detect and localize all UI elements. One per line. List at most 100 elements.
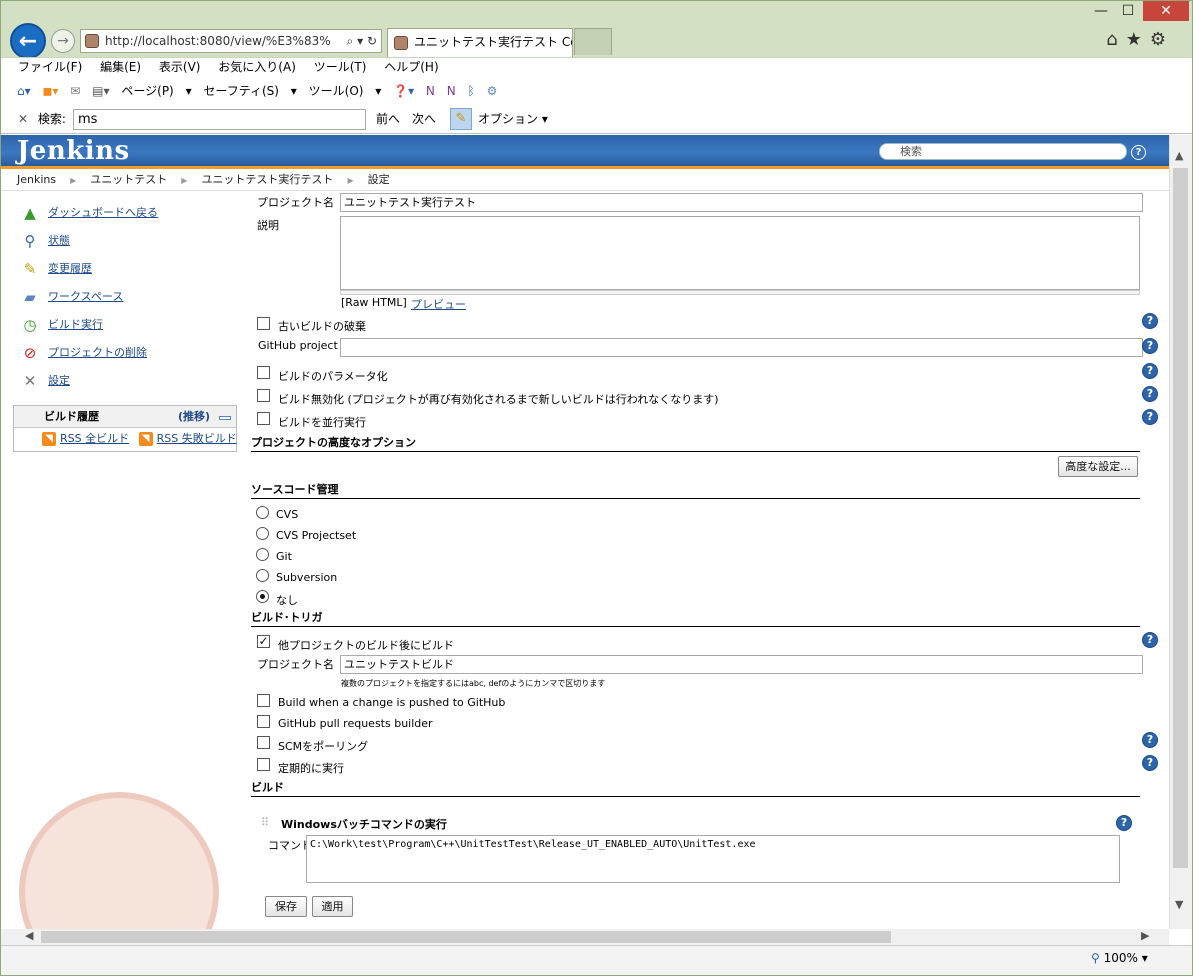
sidebar-item-workspace[interactable]: ▰ ワークスペース bbox=[20, 286, 123, 308]
address-bar[interactable]: http://localhost:8080/view/%E3%83% ⌕ ▾ ↻ bbox=[80, 29, 382, 53]
new-tab-button[interactable] bbox=[574, 28, 612, 55]
help-icon[interactable]: ? bbox=[1142, 313, 1158, 329]
trigger-project-input[interactable]: ユニットテストビルド bbox=[340, 655, 1143, 674]
build-history-trend-link[interactable]: (推移) bbox=[178, 406, 210, 427]
sidebar-item-configure[interactable]: ✕ 設定 bbox=[20, 370, 70, 392]
find-prev-button[interactable]: 前へ bbox=[376, 105, 400, 133]
menu-tools[interactable]: ツール(T) bbox=[314, 60, 367, 74]
trigger-github-push-checkbox[interactable] bbox=[257, 694, 270, 707]
minimize-button[interactable]: — bbox=[1088, 1, 1114, 21]
disable-build-checkbox[interactable] bbox=[257, 389, 270, 402]
help-icon[interactable]: ? bbox=[1142, 632, 1158, 648]
help-icon[interactable]: ? bbox=[1116, 815, 1132, 831]
save-button[interactable]: 保存 bbox=[265, 896, 307, 917]
browser-tab[interactable]: ユニットテスト実行テスト Confi... bbox=[387, 28, 573, 57]
address-tools[interactable]: ⌕ ▾ ↻ bbox=[347, 30, 377, 52]
scroll-down-icon[interactable]: ▼ bbox=[1175, 898, 1183, 911]
textarea-resize-handle[interactable] bbox=[340, 290, 1140, 295]
find-input[interactable]: ms bbox=[73, 109, 366, 130]
send-to-onenote-icon[interactable]: N bbox=[426, 84, 435, 98]
menu-favorites[interactable]: お気に入り(A) bbox=[218, 60, 296, 74]
help-icon[interactable]: ? bbox=[1142, 409, 1158, 425]
sidebar-item-status[interactable]: ⚲ 状態 bbox=[20, 230, 71, 252]
parameterized-checkbox[interactable] bbox=[257, 366, 270, 379]
scm-radio-none[interactable] bbox=[256, 590, 269, 603]
help-icon[interactable]: ? bbox=[1142, 363, 1158, 379]
help-icon[interactable]: ? bbox=[1142, 338, 1158, 354]
search-icon[interactable]: ⌕ bbox=[347, 34, 354, 48]
sidebar-item-changes[interactable]: ✎ 変更履歴 bbox=[20, 258, 92, 280]
horizontal-scroll-thumb[interactable] bbox=[41, 931, 891, 943]
scm-radio-cvs[interactable] bbox=[256, 506, 269, 519]
description-textarea[interactable] bbox=[340, 216, 1140, 290]
dropdown-icon[interactable]: ▾ bbox=[357, 34, 363, 48]
zoom-control[interactable]: ⚲ 100% ▾ bbox=[1091, 951, 1148, 965]
find-options-button[interactable]: オプション ▾ bbox=[478, 105, 548, 133]
help-icon[interactable]: ? bbox=[1142, 386, 1158, 402]
page-menu[interactable]: ページ(P) ▾ bbox=[121, 84, 191, 98]
home-icon[interactable]: ⌂ bbox=[1106, 29, 1125, 50]
concurrent-build-checkbox[interactable] bbox=[257, 412, 270, 425]
menu-file[interactable]: ファイル(F) bbox=[18, 60, 82, 74]
home-icon[interactable]: ⌂▾ bbox=[17, 84, 31, 98]
find-next-button[interactable]: 次へ bbox=[412, 105, 436, 133]
menu-view[interactable]: 表示(V) bbox=[159, 60, 201, 74]
scm-radio-git[interactable] bbox=[256, 548, 269, 561]
horizontal-scrollbar[interactable]: ◀ ▶ bbox=[1, 929, 1169, 945]
trigger-github-pr-checkbox[interactable] bbox=[257, 715, 270, 728]
settings-icon[interactable]: ⚙ bbox=[487, 84, 498, 98]
mail-icon[interactable]: ✉ bbox=[70, 84, 80, 98]
help-icon[interactable]: ? bbox=[1131, 145, 1146, 160]
help-icon[interactable]: ❓▾ bbox=[393, 84, 414, 98]
close-find-icon[interactable]: ✕ bbox=[18, 112, 28, 126]
scroll-right-icon[interactable]: ▶ bbox=[1141, 929, 1149, 942]
feeds-icon[interactable]: ◼▾ bbox=[42, 84, 58, 98]
jenkins-logo[interactable]: Jenkins bbox=[17, 136, 130, 166]
help-icon[interactable]: ? bbox=[1142, 732, 1158, 748]
print-icon[interactable]: ▤▾ bbox=[92, 84, 109, 98]
scm-radio-subversion[interactable] bbox=[256, 569, 269, 582]
vertical-scrollbar[interactable]: ▲ ▼ bbox=[1169, 135, 1192, 929]
sidebar-item-delete-project[interactable]: ⊘ プロジェクトの削除 bbox=[20, 342, 147, 364]
scm-radio-cvs-projectset[interactable] bbox=[256, 527, 269, 540]
onenote-icon[interactable]: N bbox=[447, 84, 456, 98]
breadcrumb-configure[interactable]: 設定 bbox=[368, 173, 390, 186]
breadcrumb-job[interactable]: ユニットテスト実行テスト bbox=[201, 173, 333, 186]
menu-help[interactable]: ヘルプ(H) bbox=[384, 60, 438, 74]
favorites-star-icon[interactable]: ★ bbox=[1126, 29, 1150, 50]
advanced-settings-button[interactable]: 高度な設定... bbox=[1058, 456, 1138, 477]
rss-all-link[interactable]: RSS 全ビルド bbox=[60, 432, 129, 445]
scroll-up-icon[interactable]: ▲ bbox=[1175, 149, 1183, 162]
safety-menu[interactable]: セーフティ(S) ▾ bbox=[203, 84, 296, 98]
apply-button[interactable]: 適用 bbox=[312, 896, 353, 917]
breadcrumb-jenkins[interactable]: Jenkins bbox=[17, 173, 56, 186]
gear-icon[interactable]: ⚙ bbox=[1150, 29, 1174, 50]
command-textarea[interactable]: C:\Work\test\Program\C++\UnitTestTest\Re… bbox=[306, 835, 1120, 883]
help-icon[interactable]: ? bbox=[1142, 755, 1158, 771]
forward-button[interactable]: → bbox=[51, 29, 75, 53]
rss-failed-link[interactable]: RSS 失敗ビルド bbox=[157, 432, 237, 445]
scroll-left-icon[interactable]: ◀ bbox=[25, 929, 33, 942]
menu-edit[interactable]: 編集(E) bbox=[100, 60, 141, 74]
trigger-scm-poll-checkbox[interactable] bbox=[257, 736, 270, 749]
trigger-after-other-checkbox[interactable]: ✓ bbox=[257, 635, 270, 648]
trigger-periodic-checkbox[interactable] bbox=[257, 758, 270, 771]
sidebar-item-dashboard[interactable]: ▲ ダッシュボードへ戻る bbox=[20, 202, 158, 224]
discard-old-checkbox[interactable] bbox=[257, 317, 270, 330]
github-project-input[interactable] bbox=[340, 338, 1143, 357]
sidebar-item-build-now[interactable]: ◷ ビルド実行 bbox=[20, 314, 103, 336]
bluetooth-icon[interactable]: ᛒ bbox=[468, 84, 475, 98]
highlight-matches-button[interactable]: ✎ bbox=[450, 108, 472, 130]
preview-link[interactable]: プレビュー bbox=[411, 296, 466, 312]
jenkins-search-input[interactable]: 検索 bbox=[879, 143, 1127, 160]
refresh-icon[interactable]: ↻ bbox=[367, 34, 377, 48]
vertical-scroll-thumb[interactable] bbox=[1173, 168, 1188, 868]
breadcrumb-view[interactable]: ユニットテスト bbox=[90, 173, 167, 186]
back-button[interactable]: ← bbox=[10, 23, 46, 59]
tools-menu[interactable]: ツール(O) ▾ bbox=[309, 84, 382, 98]
project-name-input[interactable]: ユニットテスト実行テスト bbox=[340, 193, 1143, 212]
close-window-button[interactable]: ✕ bbox=[1143, 1, 1189, 21]
collapse-icon[interactable] bbox=[219, 416, 231, 420]
drag-handle-icon[interactable]: ⠿ bbox=[261, 816, 269, 829]
maximize-button[interactable]: ☐ bbox=[1115, 1, 1141, 21]
